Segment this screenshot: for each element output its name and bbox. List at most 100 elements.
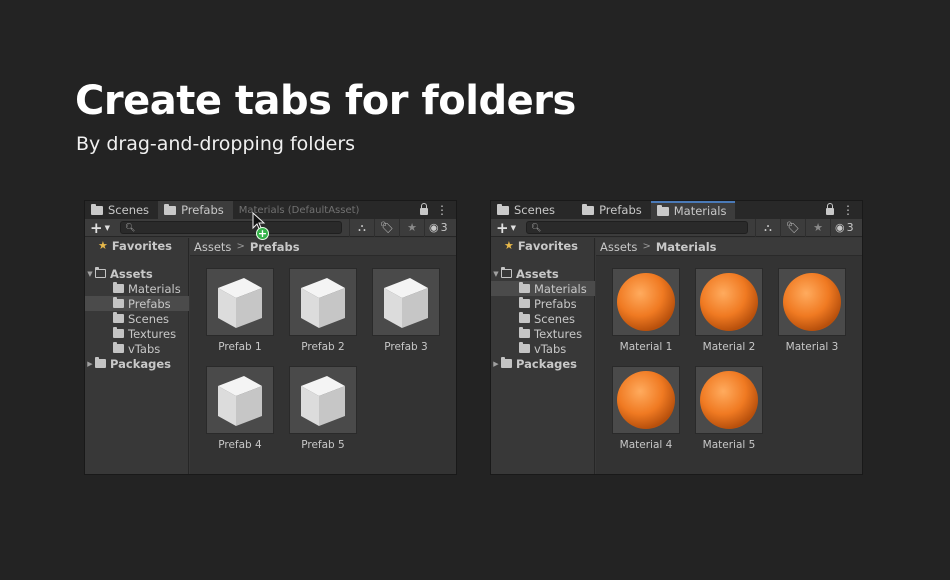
asset-label: Prefab 4 — [218, 439, 262, 451]
folder-icon — [113, 342, 124, 353]
tree-item-vtabs[interactable]: vTabs — [491, 341, 595, 356]
asset-label: Material 3 — [785, 341, 839, 353]
tree-label: Favorites — [517, 238, 578, 253]
toolbar: + ▼ 🔍︎ ⛬ 🏷︎ ★ ◉ 3 — [491, 218, 862, 237]
more-options-icon[interactable]: ⋮ — [436, 204, 448, 216]
chevron-down-icon: ▼ — [104, 223, 110, 232]
tree-favorites[interactable]: ★ Favorites — [85, 238, 189, 253]
tree-item-scenes[interactable]: Scenes — [85, 311, 189, 326]
breadcrumb-separator-icon: > — [642, 241, 651, 252]
folder-icon — [519, 297, 530, 308]
filter-by-label-icon[interactable]: 🏷︎ — [374, 218, 399, 237]
create-button[interactable]: + ▼ — [496, 219, 522, 237]
chevron-down-icon: ▼ — [510, 223, 516, 232]
eye-slash-icon: ◉ — [835, 221, 845, 234]
tree-label: Prefabs — [534, 296, 577, 311]
asset-item[interactable]: Material 4 — [611, 366, 681, 451]
tree-label: Assets — [516, 266, 559, 281]
tree-label: Packages — [110, 356, 171, 371]
create-button[interactable]: + ▼ — [90, 219, 116, 237]
breadcrumb-root[interactable]: Assets — [194, 240, 231, 254]
tree-favorites[interactable]: ★ Favorites — [491, 238, 595, 253]
tree-item-scenes[interactable]: Scenes — [491, 311, 595, 326]
star-icon: ★ — [504, 239, 514, 252]
folder-icon — [519, 342, 530, 353]
expand-arrow-icon[interactable]: ▶ — [85, 360, 95, 368]
folder-icon — [113, 297, 124, 308]
asset-item[interactable]: Prefab 4 — [205, 366, 275, 451]
cube-prefab-icon — [289, 268, 357, 336]
asset-label: Prefab 5 — [301, 439, 345, 451]
tab-label: Materials — [673, 204, 727, 218]
asset-grid: Assets > Prefabs Prefab 1 Prefab 2 Prefa… — [190, 238, 456, 474]
tree-item-vtabs[interactable]: vTabs — [85, 341, 189, 356]
tab-materials[interactable]: Materials — [650, 201, 736, 219]
breadcrumb-root[interactable]: Assets — [600, 240, 637, 254]
expand-arrow-icon[interactable]: ▶ — [491, 360, 501, 368]
tree-label: Materials — [128, 281, 181, 296]
tree-packages[interactable]: ▶ Packages — [491, 356, 595, 371]
lock-icon[interactable] — [420, 203, 428, 215]
expand-arrow-icon[interactable]: ▼ — [85, 270, 95, 278]
favorites-star-icon[interactable]: ★ — [399, 218, 424, 237]
folder-icon — [519, 327, 530, 338]
hidden-packages-toggle[interactable]: ◉ 3 — [830, 218, 858, 237]
tree-label: Scenes — [534, 311, 576, 326]
tree-item-textures[interactable]: Textures — [85, 326, 189, 341]
asset-item[interactable]: Material 3 — [777, 268, 847, 353]
tree-packages[interactable]: ▶ Packages — [85, 356, 189, 371]
tab-scenes[interactable]: Scenes — [491, 201, 564, 219]
tab-prefabs[interactable]: Prefabs — [564, 201, 651, 219]
asset-item[interactable]: Prefab 5 — [288, 366, 358, 451]
folder-tree: ★ Favorites ▼ Assets Materials Prefabs S… — [85, 238, 189, 474]
asset-item[interactable]: Prefab 1 — [205, 268, 275, 353]
hidden-count: 3 — [846, 221, 854, 234]
eye-slash-icon: ◉ — [429, 221, 439, 234]
asset-item[interactable]: Prefab 3 — [371, 268, 441, 353]
tree-item-materials[interactable]: Materials — [491, 281, 595, 296]
toolbar: + ▼ 🔍︎ ⛬ 🏷︎ ★ ◉ 3 — [85, 218, 456, 237]
search-input[interactable]: 🔍︎ — [526, 221, 748, 234]
cube-prefab-icon — [206, 268, 274, 336]
tree-item-materials[interactable]: Materials — [85, 281, 189, 296]
folder-open-icon — [500, 267, 512, 278]
tree-assets[interactable]: ▼ Assets — [491, 266, 595, 281]
tree-label: Textures — [534, 326, 583, 341]
material-sphere-icon — [695, 268, 763, 336]
folder-icon — [95, 357, 106, 368]
asset-item[interactable]: Material 1 — [611, 268, 681, 353]
asset-item[interactable]: Prefab 2 — [288, 268, 358, 353]
filter-by-type-icon[interactable]: ⛬ — [755, 218, 780, 237]
lock-icon[interactable] — [826, 203, 834, 215]
breadcrumb-current[interactable]: Prefabs — [250, 240, 300, 254]
folder-icon — [113, 282, 124, 293]
material-sphere-icon — [695, 366, 763, 434]
tree-item-textures[interactable]: Textures — [491, 326, 595, 341]
hidden-count: 3 — [440, 221, 448, 234]
tree-label: vTabs — [534, 341, 567, 356]
tree-item-prefabs[interactable]: Prefabs — [491, 296, 595, 311]
folder-icon — [497, 203, 509, 215]
expand-arrow-icon[interactable]: ▼ — [491, 270, 501, 278]
filter-by-label-icon[interactable]: 🏷︎ — [780, 218, 805, 237]
drag-add-icon: + — [256, 227, 269, 240]
more-options-icon[interactable]: ⋮ — [842, 204, 854, 216]
asset-label: Material 4 — [619, 439, 673, 451]
tree-label: Scenes — [128, 311, 170, 326]
tree-assets[interactable]: ▼ Assets — [85, 266, 189, 281]
asset-item[interactable]: Material 2 — [694, 268, 764, 353]
tab-prefabs[interactable]: Prefabs — [158, 201, 233, 219]
hidden-packages-toggle[interactable]: ◉ 3 — [424, 218, 452, 237]
tree-item-prefabs[interactable]: Prefabs — [85, 296, 189, 311]
favorites-star-icon[interactable]: ★ — [805, 218, 830, 237]
search-icon: 🔍︎ — [125, 223, 136, 232]
asset-label: Prefab 1 — [218, 341, 262, 353]
search-input[interactable]: 🔍︎ — [120, 221, 342, 234]
breadcrumb-current[interactable]: Materials — [656, 240, 717, 254]
filter-by-type-icon[interactable]: ⛬ — [349, 218, 374, 237]
tree-label: Favorites — [111, 238, 172, 253]
cube-prefab-icon — [289, 366, 357, 434]
tab-scenes[interactable]: Scenes — [85, 201, 158, 219]
tab-label: Prefabs — [181, 203, 224, 217]
asset-item[interactable]: Material 5 — [694, 366, 764, 451]
